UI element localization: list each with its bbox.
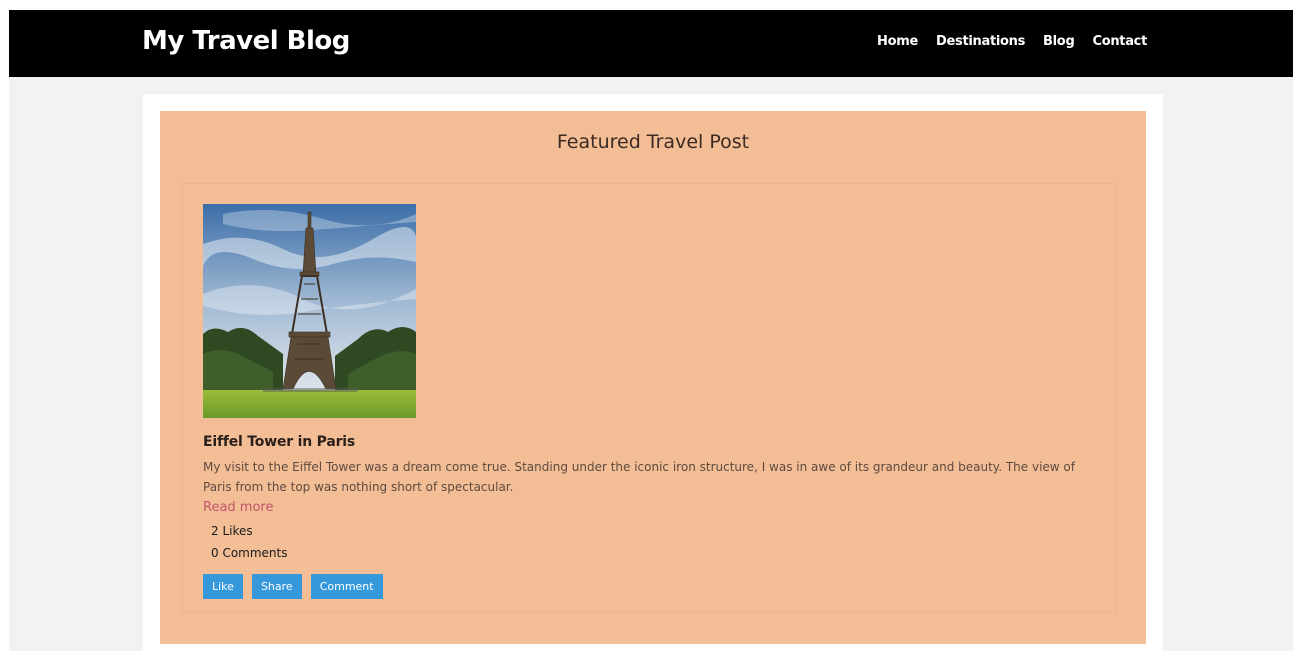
comment-button[interactable]: Comment [310, 574, 383, 599]
section-title: Featured Travel Post [556, 131, 750, 153]
comments-count: 0 Comments [211, 546, 288, 560]
site-title[interactable]: My Travel Blog [142, 26, 350, 56]
nav-contact-link[interactable]: Contact [1092, 34, 1147, 49]
featured-section: Featured Travel Post Eiffel Tower in Par… [160, 111, 1146, 644]
main-nav: Home Destinations Blog Contact [877, 34, 1147, 49]
like-button[interactable]: Like [203, 574, 243, 599]
post-title: Eiffel Tower in Paris [203, 434, 356, 450]
nav-destinations-link[interactable]: Destinations [936, 34, 1025, 49]
top-navbar: My Travel Blog Home Destinations Blog Co… [9, 10, 1293, 77]
post-image [203, 204, 416, 418]
likes-count: 2 Likes [211, 524, 253, 538]
post-actions: Like Share Comment [203, 574, 383, 599]
main-container: Featured Travel Post Eiffel Tower in Par… [143, 94, 1163, 651]
share-button[interactable]: Share [251, 574, 302, 599]
post-excerpt: My visit to the Eiffel Tower was a dream… [203, 460, 1075, 494]
nav-home-link[interactable]: Home [877, 34, 918, 49]
eiffel-tower-photo [203, 204, 416, 418]
read-more-link[interactable]: Read more [203, 500, 273, 515]
nav-blog-link[interactable]: Blog [1043, 34, 1075, 49]
page-viewport: My Travel Blog Home Destinations Blog Co… [9, 10, 1293, 651]
post-card: Eiffel Tower in Paris My visit to the Ei… [182, 183, 1116, 613]
